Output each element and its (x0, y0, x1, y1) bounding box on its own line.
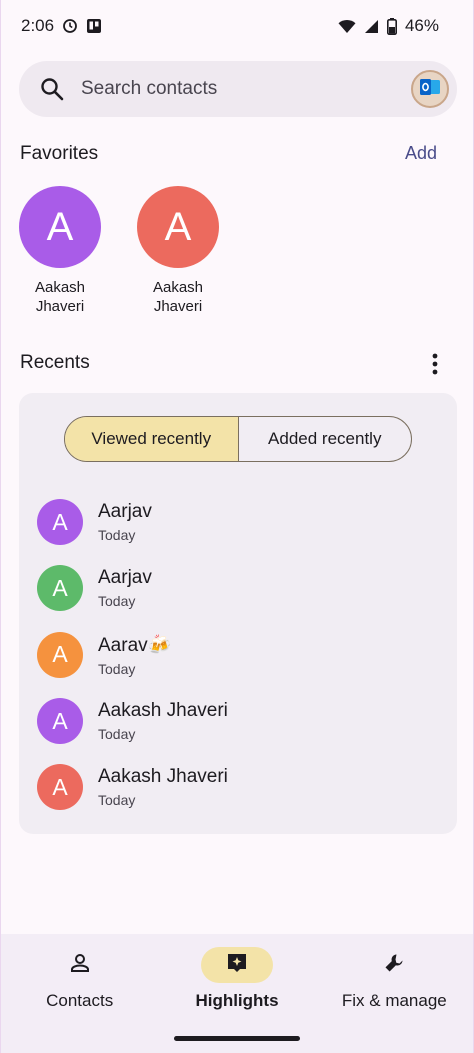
list-item[interactable]: A Aarav🍻 Today (19, 622, 457, 688)
avatar: A (37, 764, 83, 811)
contact-subtitle: Today (98, 660, 136, 677)
list-item[interactable]: A Aakash Jhaveri Today (19, 754, 457, 820)
contact-name: Aarav🍻 (98, 634, 172, 656)
nav-fix-manage[interactable]: Fix & manage (316, 934, 473, 1053)
app-notification-icon (86, 18, 102, 34)
avatar-initial: A (52, 641, 68, 668)
battery-icon (386, 17, 397, 35)
add-favorite-button[interactable]: Add (405, 143, 437, 164)
contact-name: Aarjav (98, 567, 152, 589)
contact-name: Aarjav (98, 501, 152, 523)
battery-percent: 46% (404, 16, 439, 35)
favorite-name-line2: Jhaveri (153, 298, 203, 315)
recent-text: Aarjav Today (98, 567, 152, 609)
recents-segmented-control: Viewed recently Added recently (64, 416, 412, 462)
outlook-icon (419, 77, 441, 102)
recent-text: Aakash Jhaveri Today (98, 766, 228, 808)
nav-contacts-pill (44, 947, 116, 983)
favorite-contact[interactable]: A Aakash Jhaveri (10, 186, 110, 316)
favorites-title: Favorites (20, 143, 99, 164)
recent-text: Aarjav Today (98, 501, 152, 543)
contact-subtitle: Today (98, 726, 136, 743)
avatar-initial: A (52, 574, 68, 601)
search-input[interactable]: Search contacts (81, 78, 411, 100)
more-options-icon[interactable] (425, 352, 445, 376)
nav-contacts[interactable]: Contacts (1, 934, 158, 1053)
person-icon (68, 951, 92, 980)
favorite-name-line1: Aakash (152, 279, 204, 296)
avatar: A (37, 631, 83, 678)
home-indicator[interactable] (174, 1036, 300, 1041)
nav-fix-manage-label: Fix & manage (341, 991, 447, 1010)
favorite-contact[interactable]: A Aakash Jhaveri (128, 186, 228, 316)
nav-highlights-pill (200, 947, 273, 983)
list-item[interactable]: A Aakash Jhaveri Today (19, 688, 457, 754)
signal-icon (364, 19, 379, 34)
search-bar[interactable]: Search contacts (19, 61, 457, 117)
avatar: A (37, 565, 83, 612)
tab-added-recently[interactable]: Added recently (239, 417, 412, 461)
contact-subtitle: Today (98, 593, 136, 610)
status-bar: 2:06 46% (1, 0, 473, 52)
recents-title: Recents (20, 352, 90, 373)
account-avatar[interactable] (411, 70, 449, 108)
avatar: A (19, 186, 101, 268)
avatar-initial: A (52, 508, 68, 535)
favorite-name: Aakash Jhaveri (128, 278, 228, 316)
tab-viewed-recently[interactable]: Viewed recently (65, 417, 239, 461)
status-left: 2:06 (21, 16, 102, 36)
search-icon (39, 76, 65, 102)
list-item[interactable]: A Aarjav Today (19, 489, 457, 555)
avatar-initial: A (164, 204, 192, 249)
contact-name: Aakash Jhaveri (98, 766, 228, 788)
contact-subtitle: Today (98, 792, 136, 809)
contact-name: Aakash Jhaveri (98, 700, 228, 722)
recent-text: Aarav🍻 Today (98, 633, 171, 677)
contact-subtitle: Today (98, 527, 136, 544)
recents-card: Viewed recently Added recently A Aarjav … (19, 393, 457, 834)
status-right: 46% (338, 16, 439, 36)
wifi-icon (338, 19, 356, 34)
avatar: A (37, 499, 83, 546)
wrench-icon (382, 951, 406, 980)
recent-list: A Aarjav Today A Aarjav Today A Aarav🍻 T… (19, 489, 457, 820)
nav-contacts-label: Contacts (46, 991, 114, 1010)
recent-text: Aakash Jhaveri Today (98, 700, 228, 742)
contacts-app-screen: 2:06 46% Search contacts Favorites Add A… (0, 0, 474, 1053)
nav-highlights-label: Highlights (195, 991, 279, 1010)
avatar: A (137, 186, 219, 268)
status-time: 2:06 (21, 16, 55, 35)
avatar: A (37, 698, 83, 745)
list-item[interactable]: A Aarjav Today (19, 555, 457, 621)
alarm-icon (62, 18, 78, 34)
favorite-name: Aakash Jhaveri (10, 278, 110, 316)
avatar-initial: A (52, 773, 68, 800)
nav-fix-manage-pill (358, 947, 430, 983)
avatar-initial: A (52, 707, 68, 734)
sparkle-icon (225, 951, 249, 980)
avatar-initial: A (46, 204, 74, 249)
favorite-name-line1: Aakash (34, 279, 86, 296)
favorite-name-line2: Jhaveri (35, 298, 85, 315)
